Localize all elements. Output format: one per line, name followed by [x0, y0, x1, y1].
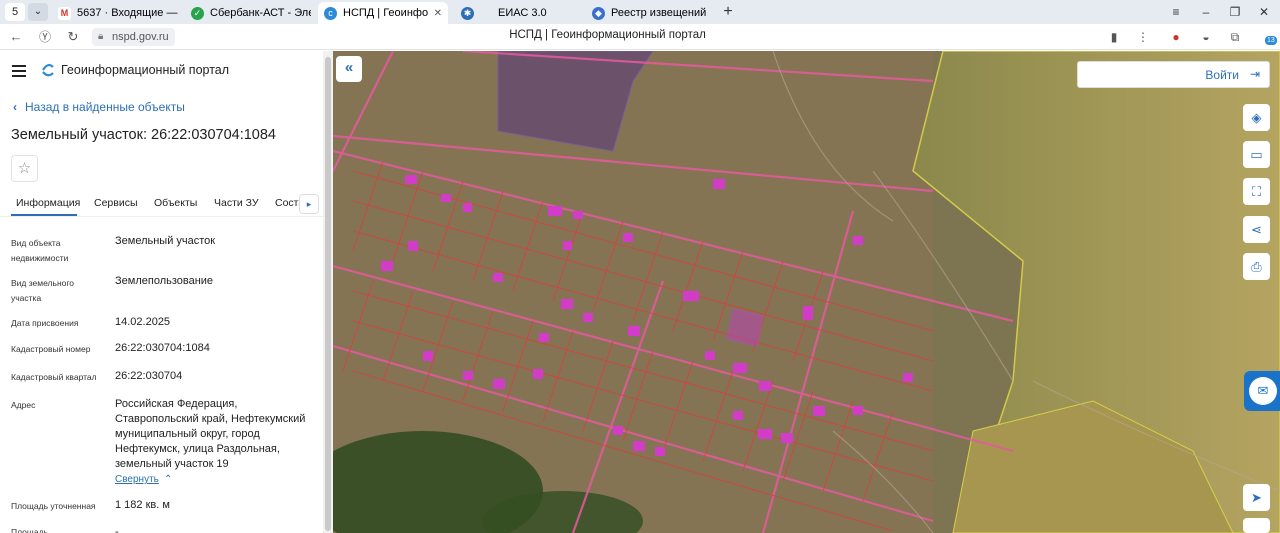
- snowflake-favicon-icon: ✱: [461, 6, 474, 20]
- tab-label: ЕИАС 3.0: [498, 7, 547, 19]
- ruler-icon: ▭: [1250, 147, 1263, 162]
- prop-value-cadastral-quarter: 26:22:030704: [115, 370, 183, 382]
- tab-mail[interactable]: M 5637 · Входящие — Яндек: [52, 2, 178, 24]
- print-button[interactable]: ⎙: [1243, 253, 1270, 280]
- restore-icon[interactable]: ❐: [1221, 0, 1249, 24]
- bookmark-icon[interactable]: ▮: [1105, 28, 1123, 46]
- eagle-favicon-icon: ◆: [592, 6, 605, 20]
- my-location-button[interactable]: ➤: [1243, 484, 1270, 511]
- prop-label-object-type: Вид объекта недвижимости: [11, 238, 69, 263]
- prop-label-area-refined: Площадь уточненная: [11, 501, 96, 511]
- layers-button[interactable]: ◈: [1243, 104, 1270, 131]
- browser-window: 5 ⌄ M 5637 · Входящие — Яндек ✓ Сбербанк…: [0, 0, 1280, 533]
- scrollbar-thumb[interactable]: [325, 57, 331, 531]
- object-title: Земельный участок: 26:22:030704:1084: [11, 127, 276, 143]
- tab-objects[interactable]: Объекты: [154, 197, 197, 209]
- prop-value-assign-date: 14.02.2025: [115, 316, 171, 328]
- tab-information[interactable]: Информация: [16, 197, 80, 209]
- login-label[interactable]: Войти: [1205, 68, 1239, 82]
- prop-label-land-type: Вид земельного участка: [11, 278, 75, 303]
- chat-assistant-button[interactable]: ✉: [1244, 371, 1280, 411]
- chat-icon: ✉: [1249, 377, 1277, 405]
- hamburger-menu-icon[interactable]: [12, 65, 26, 77]
- prop-label-cadastral-number: Кадастровый номер: [11, 344, 91, 354]
- back-label: Назад в найденные объекты: [25, 100, 185, 114]
- tab-close-icon[interactable]: ✕: [434, 8, 442, 19]
- address-bar: ← Ⓨ ↻ 🔒︎ nspd.gov.ru НСПД | Геоинформаци…: [0, 24, 1280, 50]
- prop-value-land-type: Землепользование: [115, 275, 214, 287]
- notifications-icon[interactable]: 13: [1255, 28, 1277, 46]
- share-icon: ⋖: [1251, 222, 1262, 237]
- prop-value-object-type: Земельный участок: [115, 235, 216, 247]
- chevron-up-icon[interactable]: ⌃: [164, 474, 172, 485]
- object-info-panel: Геоинформационный портал ‹ Назад в найден…: [0, 51, 323, 533]
- close-window-icon[interactable]: ✕: [1250, 0, 1278, 24]
- prop-value-area: -: [115, 526, 119, 533]
- star-icon: ☆: [17, 160, 32, 177]
- prop-label-assign-date: Дата присвоения: [11, 318, 79, 328]
- location-icon: ➤: [1251, 490, 1262, 505]
- tab-label: Реестр извещений: [611, 7, 707, 19]
- tab-pinned[interactable]: ✱: [455, 2, 485, 24]
- collapse-address-link[interactable]: Свернуть: [115, 474, 159, 485]
- vpn-icon[interactable]: ◒: [1197, 28, 1215, 46]
- tab-eias[interactable]: ЕИАС 3.0: [492, 2, 582, 24]
- layers-icon: ◈: [1251, 110, 1262, 125]
- back-to-results-link[interactable]: ‹ Назад в найденные объекты: [13, 100, 185, 114]
- select-area-button[interactable]: ⛶: [1243, 178, 1270, 205]
- extension-icon[interactable]: ●: [1167, 28, 1185, 46]
- tab-label: Сбербанк-АСТ - Электро: [210, 7, 311, 19]
- map-canvas[interactable]: [333, 51, 1280, 533]
- notifications-badge: 13: [1265, 36, 1277, 45]
- login-arrow-icon[interactable]: ⇥: [1250, 67, 1260, 81]
- double-chevron-left-icon: «: [344, 59, 354, 76]
- info-tabs: Информация Сервисы Объекты Части ЗУ Сост…: [0, 191, 323, 217]
- sberbank-favicon-icon: ✓: [191, 6, 204, 20]
- chevron-left-icon: ‹: [13, 100, 17, 114]
- downloads-icon[interactable]: ⧉: [1226, 28, 1244, 46]
- tab-counter-badge[interactable]: 5: [5, 3, 25, 21]
- print-icon: ⎙: [1251, 259, 1262, 274]
- tab-nspd[interactable]: c НСПД | Геоинформаци ✕: [318, 2, 448, 24]
- browser-menu-icon[interactable]: ≡: [1162, 0, 1190, 24]
- favorite-star-button[interactable]: ☆: [11, 155, 38, 182]
- tab-list-dropdown[interactable]: ⌄: [28, 3, 48, 21]
- prop-value-area-refined: 1 182 кв. м: [115, 499, 170, 511]
- tab-land-parts[interactable]: Части ЗУ: [214, 197, 259, 209]
- new-tab-button[interactable]: +: [714, 0, 742, 24]
- mail-favicon-icon: M: [58, 6, 71, 20]
- portal-logo-icon: [42, 64, 54, 77]
- tab-services[interactable]: Сервисы: [94, 197, 138, 209]
- collapse-panel-button[interactable]: «: [336, 56, 362, 82]
- share-button[interactable]: ⋖: [1243, 216, 1270, 243]
- satellite-map[interactable]: [333, 51, 1280, 533]
- select-area-icon: ⛶: [1251, 184, 1262, 199]
- nspd-favicon-icon: c: [324, 6, 337, 20]
- portal-name: Геоинформационный портал: [61, 63, 230, 77]
- minimize-icon[interactable]: –: [1192, 0, 1220, 24]
- prop-label-address: Адрес: [11, 400, 36, 410]
- tab-registry[interactable]: ◆ Реестр извещений: [586, 2, 716, 24]
- tab-label: НСПД | Геоинформаци: [343, 7, 428, 19]
- prop-value-address: Российская Федерация, Ставропольский кра…: [115, 398, 306, 470]
- active-tab-underline: [11, 214, 77, 216]
- prop-label-cadastral-quarter: Кадастровый квартал: [11, 372, 97, 382]
- panel-scrollbar[interactable]: [323, 51, 333, 533]
- tab-sberbank-ast[interactable]: ✓ Сбербанк-АСТ - Электро: [185, 2, 311, 24]
- tab-label: 5637 · Входящие — Яндек: [77, 7, 178, 19]
- tabs-scroll-right-button[interactable]: ▸: [299, 194, 319, 214]
- address-page-title: НСПД | Геоинформационный портал: [509, 29, 706, 41]
- login-box[interactable]: Войти ⇥: [1077, 61, 1270, 88]
- prop-label-area: Площадь: [11, 527, 49, 533]
- ruler-button[interactable]: ▭: [1243, 141, 1270, 168]
- more-vertical-icon[interactable]: ⋮: [1134, 28, 1152, 46]
- zoom-button[interactable]: [1243, 518, 1270, 533]
- prop-value-cadastral-number: 26:22:030704:1084: [115, 342, 210, 354]
